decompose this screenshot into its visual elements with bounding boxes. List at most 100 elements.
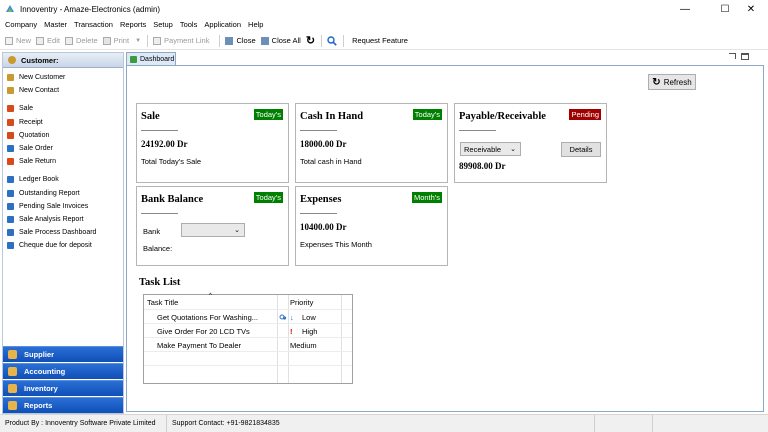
task-title-cell: Get Quotations For Washing...	[157, 312, 259, 322]
category-label: Reports	[24, 401, 53, 410]
sale-subtitle: Total Today's Sale	[141, 157, 202, 166]
menu-company[interactable]: Company	[5, 20, 37, 29]
payment-link-button[interactable]: Payment Link	[153, 36, 209, 45]
menu-transaction[interactable]: Transaction	[74, 20, 113, 29]
inventory-icon	[8, 384, 17, 393]
refresh-icon: ↻	[305, 35, 316, 47]
sidebar-item-label: Sale Return	[19, 158, 56, 166]
menu-help[interactable]: Help	[248, 20, 263, 29]
menu-tools[interactable]: Tools	[180, 20, 198, 29]
sidebar: Customer: New Customer New Contact Sale …	[2, 52, 124, 414]
new-button[interactable]: New	[5, 36, 31, 45]
delete-button[interactable]: Delete	[64, 36, 98, 45]
sidebar-category-inventory[interactable]: Inventory	[3, 380, 123, 396]
sidebar-item-label: Sale Analysis Report	[19, 215, 84, 223]
edit-button[interactable]: Edit	[36, 36, 60, 45]
print-button[interactable]: Print ▼	[102, 36, 141, 45]
menu-bar: Company Master Transaction Reports Setup…	[0, 18, 768, 31]
sidebar-item-sale[interactable]: Sale	[3, 102, 123, 115]
sale-order-icon	[7, 145, 14, 153]
category-label: Inventory	[24, 384, 58, 393]
delete-icon	[64, 36, 73, 45]
refresh-button[interactable]: ↻ Refresh	[648, 74, 696, 90]
task-grid[interactable]: Task Title ^ Priority Get Quotations For…	[143, 293, 353, 384]
arrow-down-icon: ↓	[290, 312, 294, 322]
search-button[interactable]	[327, 35, 337, 46]
expenses-card: Expenses Month's 10400.00 Dr Expenses Th…	[295, 186, 448, 266]
menu-reports[interactable]: Reports	[120, 20, 146, 29]
table-row[interactable]: Give Order For 20 LCD TVs ! High	[144, 323, 352, 337]
chevron-down-icon: ⌄	[510, 146, 516, 153]
task-title-cell: Give Order For 20 LCD TVs	[157, 326, 250, 336]
supplier-icon	[8, 350, 17, 359]
menu-application[interactable]: Application	[204, 20, 241, 29]
close-window-button[interactable]: ✕	[734, 0, 768, 18]
close-all-button[interactable]: Close All	[260, 36, 301, 45]
tab-strip: Dashboard	[126, 52, 766, 65]
accounting-icon	[8, 367, 17, 376]
ledger-book-icon	[7, 176, 14, 184]
card-title: Expenses	[300, 194, 342, 205]
close-button[interactable]: Close	[225, 36, 256, 45]
category-label: Accounting	[24, 367, 66, 376]
bank-select[interactable]: ⌄	[181, 223, 245, 237]
card-title: Payable/Receivable	[459, 111, 546, 122]
sidebar-item-sale-return[interactable]: Sale Return	[3, 155, 123, 168]
minimize-button[interactable]: —	[668, 0, 702, 18]
sidebar-item-cheque-due[interactable]: Cheque due for deposit	[3, 239, 123, 252]
sidebar-item-sale-process-dashboard[interactable]: Sale Process Dashboard	[3, 226, 123, 239]
maximize-panel-icon[interactable]	[741, 53, 749, 60]
sidebar-item-label: Ledger Book	[19, 176, 59, 184]
sidebar-item-new-contact[interactable]: New Contact	[3, 84, 123, 97]
sidebar-item-outstanding-report[interactable]: Outstanding Report	[3, 187, 123, 200]
category-label: Supplier	[24, 350, 55, 359]
sidebar-category-reports[interactable]: Reports	[3, 397, 123, 413]
sidebar-item-ledger-book[interactable]: Ledger Book	[3, 173, 123, 186]
report-icon	[7, 202, 14, 210]
restore-panel-icon[interactable]	[729, 53, 736, 59]
sidebar-item-new-customer[interactable]: New Customer	[3, 71, 123, 84]
sidebar-item-sale-analysis-report[interactable]: Sale Analysis Report	[3, 213, 123, 226]
sidebar-item-quotation[interactable]: Quotation	[3, 129, 123, 142]
card-title: Bank Balance	[141, 194, 204, 205]
balance-label: Balance:	[143, 244, 173, 253]
expenses-value: 10400.00 Dr	[300, 222, 347, 232]
reload-button[interactable]: ↻	[306, 34, 315, 47]
bank-balance-card: Bank Balance Today's Bank ⌄ Balance:	[136, 186, 289, 266]
column-header-task-title[interactable]: Task Title ^	[147, 293, 275, 309]
edit-icon	[36, 36, 45, 45]
priority-cell: High	[302, 326, 318, 336]
menu-master[interactable]: Master	[44, 20, 67, 29]
delete-label: Delete	[75, 36, 98, 45]
menu-setup[interactable]: Setup	[153, 20, 173, 29]
sale-card: Sale Today's 24192.00 Dr Total Today's S…	[136, 103, 289, 183]
tab-label: Dashboard	[140, 55, 175, 63]
bank-label: Bank	[143, 227, 161, 236]
sidebar-item-pending-sale-invoices[interactable]: Pending Sale Invoices	[3, 200, 123, 213]
search-icon	[327, 35, 337, 46]
title-underline	[300, 130, 337, 131]
new-icon	[5, 36, 13, 45]
card-title: Sale	[141, 111, 160, 122]
request-feature-button[interactable]: Request Feature	[352, 36, 408, 45]
expenses-subtitle: Expenses This Month	[300, 240, 372, 249]
period-badge: Month's	[411, 192, 442, 203]
new-customer-icon	[7, 74, 14, 82]
details-button[interactable]: Details	[561, 142, 601, 157]
sidebar-category-supplier[interactable]: Supplier	[3, 346, 123, 362]
sidebar-category-accounting[interactable]: Accounting	[3, 363, 123, 379]
priority-cell: Low	[302, 312, 316, 322]
close-all-icon	[260, 36, 269, 45]
sort-ascending-icon: ^	[209, 293, 212, 299]
sale-return-icon	[7, 158, 14, 166]
tab-dashboard[interactable]: Dashboard	[126, 52, 176, 65]
status-badge: Pending	[569, 109, 601, 120]
payable-receivable-select[interactable]: Receivable ⌄	[460, 142, 521, 156]
column-header-priority[interactable]: Priority	[290, 295, 342, 309]
edit-label: Edit	[47, 36, 60, 45]
sidebar-item-receipt[interactable]: Receipt	[3, 116, 123, 129]
table-row[interactable]: Get Quotations For Washing... ↓ Low	[144, 309, 352, 323]
cheque-icon	[7, 242, 14, 250]
table-row[interactable]: Make Payment To Dealer Medium	[144, 337, 352, 351]
sidebar-item-sale-order[interactable]: Sale Order	[3, 142, 123, 155]
